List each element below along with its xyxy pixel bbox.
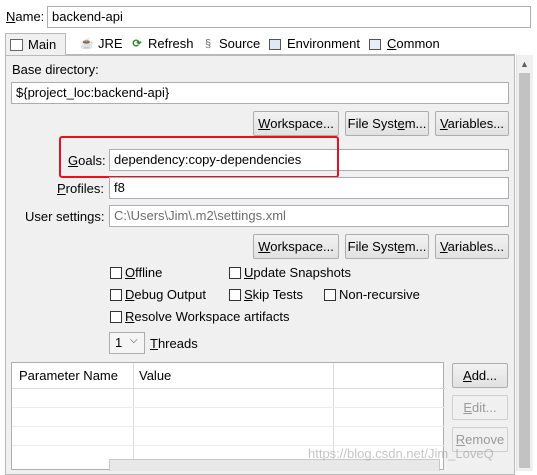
threads-select[interactable]: 1 ⌵ <box>109 332 145 354</box>
tab-jre-label: JRE <box>98 36 123 51</box>
update-snapshots-label: Update Snapshots <box>244 265 351 280</box>
base-file-system-button[interactable]: File System... <box>345 111 429 136</box>
user-settings-label: User settings: <box>25 209 105 224</box>
refresh-icon: ⟳ <box>132 38 142 50</box>
source-icon: § <box>204 38 212 50</box>
tab-environment-label: Environment <box>287 36 360 51</box>
threads-label: Threads <box>150 336 198 351</box>
column-divider <box>133 363 134 471</box>
watermark: https://blog.csdn.net/Jim_LoveQ <box>308 446 494 461</box>
skip-tests-checkbox[interactable] <box>229 289 241 301</box>
tab-refresh[interactable]: ⟳ Refresh <box>126 35 196 55</box>
profiles-input[interactable]: f8 <box>109 177 509 199</box>
tab-common-label: Common <box>387 36 440 51</box>
common-icon <box>369 39 381 50</box>
skip-tests-label: Skip Tests <box>244 287 304 302</box>
chevron-down-icon: ⌵ <box>130 335 138 346</box>
update-snapshots-checkbox[interactable] <box>229 267 241 279</box>
base-variables-button[interactable]: Variables... <box>435 111 509 136</box>
non-recursive-label: Non-recursive <box>339 287 420 302</box>
name-label: Name: <box>6 9 45 24</box>
scrollbar-thumb[interactable] <box>519 73 530 468</box>
debug-output-label: Debug Output <box>125 287 206 302</box>
edit-parameter-button[interactable]: Edit... <box>452 395 508 420</box>
tab-source[interactable]: § Source <box>197 35 261 55</box>
scroll-up-arrow-icon[interactable]: ▲ <box>520 59 529 69</box>
add-parameter-button[interactable]: Add... <box>452 363 508 388</box>
column-header-parameter-name[interactable]: Parameter Name <box>19 368 118 384</box>
vertical-scrollbar[interactable]: ▲ <box>516 55 533 471</box>
settings-variables-button[interactable]: Variables... <box>435 234 509 259</box>
tab-main-label: Main <box>28 37 57 52</box>
threads-value: 1 <box>115 335 123 350</box>
environment-icon <box>269 39 281 50</box>
base-directory-input[interactable]: ${project_loc:backend-api} <box>11 82 509 104</box>
resolve-workspace-checkbox[interactable] <box>110 311 122 323</box>
row-divider <box>12 407 445 408</box>
profiles-label: Profiles: <box>57 181 104 196</box>
user-settings-input[interactable]: C:\Users\Jim\.m2\settings.xml <box>109 205 509 227</box>
settings-file-system-button[interactable]: File System... <box>345 234 429 259</box>
tab-environment[interactable]: Environment <box>265 35 363 55</box>
highlight-box <box>59 136 339 178</box>
tab-main[interactable]: Main <box>5 33 66 56</box>
base-directory-label: Base directory: <box>12 62 99 77</box>
tab-common[interactable]: Common <box>365 35 445 55</box>
column-header-value[interactable]: Value <box>139 368 171 384</box>
base-workspace-button[interactable]: Workspace... <box>253 111 339 136</box>
offline-label: Offline <box>125 265 163 280</box>
tab-source-label: Source <box>219 36 261 51</box>
non-recursive-checkbox[interactable] <box>324 289 336 301</box>
settings-workspace-button[interactable]: Workspace... <box>253 234 339 259</box>
resolve-workspace-label: Resolve Workspace artifacts <box>125 309 290 324</box>
offline-checkbox[interactable] <box>110 267 122 279</box>
header-divider <box>12 388 445 389</box>
tab-jre[interactable]: ☕ JRE <box>76 35 124 55</box>
name-input[interactable]: backend-api <box>47 6 531 28</box>
main-icon <box>10 39 23 51</box>
row-divider <box>12 426 445 427</box>
jre-icon: ☕ <box>80 38 94 50</box>
tab-refresh-label: Refresh <box>148 36 194 51</box>
debug-output-checkbox[interactable] <box>110 289 122 301</box>
